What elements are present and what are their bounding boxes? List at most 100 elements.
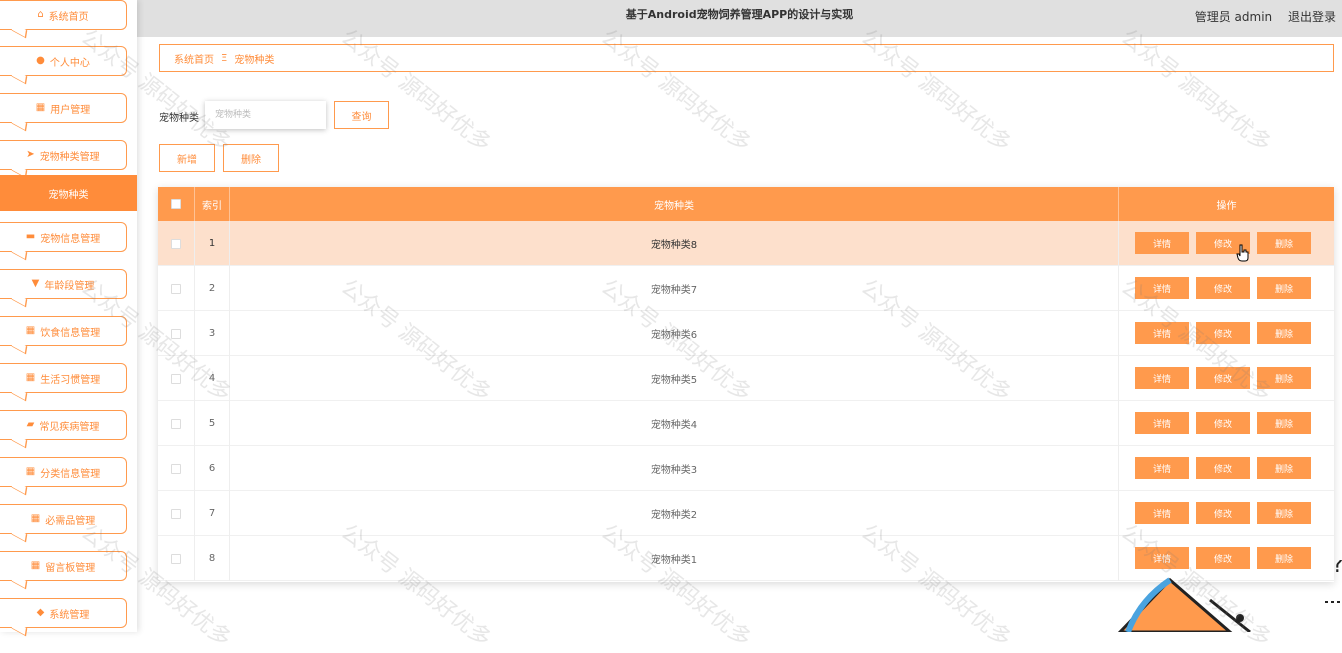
sidebar-item-home[interactable]: ⌂ 系统首页 bbox=[0, 0, 127, 30]
row-checkbox[interactable] bbox=[171, 238, 181, 249]
edit-button[interactable]: 修改 bbox=[1196, 412, 1250, 434]
row-pet-category: 宠物种类5 bbox=[230, 356, 1119, 401]
row-checkbox[interactable] bbox=[171, 373, 181, 384]
watermark: 公众号 源码好优多 bbox=[855, 24, 1016, 158]
breadcrumb: 系统首页 Ξ 宠物种类 bbox=[159, 44, 1334, 72]
row-select-cell bbox=[158, 311, 195, 356]
detail-button[interactable]: 详情 bbox=[1135, 232, 1189, 254]
send-icon: ➤ bbox=[26, 149, 35, 160]
sidebar-item-label: 常见疾病管理 bbox=[39, 421, 100, 433]
delete-button[interactable]: 删除 bbox=[1257, 457, 1311, 479]
row-checkbox[interactable] bbox=[171, 418, 181, 429]
edit-button[interactable]: 修改 bbox=[1196, 367, 1250, 389]
svg-text:?: ? bbox=[1332, 560, 1342, 578]
sidebar-item-label: 饮食信息管理 bbox=[40, 327, 101, 339]
delete-button[interactable]: 删除 bbox=[1257, 367, 1311, 389]
sidebar-item-users[interactable]: ▦ 用户管理 bbox=[0, 93, 127, 123]
logout-link[interactable]: 退出登录 bbox=[1288, 10, 1336, 24]
sidebar-item-essentials[interactable]: ▦ 必需品管理 bbox=[0, 504, 127, 534]
detail-button[interactable]: 详情 bbox=[1135, 277, 1189, 299]
sidebar-item-label: 系统管理 bbox=[49, 609, 90, 621]
edit-button[interactable]: 修改 bbox=[1196, 502, 1250, 524]
grid-icon: ▦ bbox=[25, 325, 36, 336]
sidebar-item-label: 系统首页 bbox=[48, 11, 89, 23]
table-header: 索引 宠物种类 操作 bbox=[158, 187, 1334, 221]
watermark: 公众号 源码好优多 bbox=[1115, 24, 1276, 158]
edit-button[interactable]: 修改 bbox=[1196, 322, 1250, 344]
sidebar-item-pet-info[interactable]: ▬ 宠物信息管理 bbox=[0, 222, 127, 252]
search-input[interactable] bbox=[205, 101, 326, 129]
home-icon: ⌂ bbox=[37, 9, 44, 20]
row-index: 7 bbox=[195, 491, 230, 536]
row-index: 1 bbox=[195, 221, 230, 266]
briefcase-icon: ▰ bbox=[26, 419, 35, 430]
monitor-icon: ▬ bbox=[25, 231, 36, 242]
cup-icon: ▼ bbox=[31, 278, 40, 289]
header-index: 索引 bbox=[195, 187, 230, 221]
sidebar-item-profile[interactable]: ● 个人中心 bbox=[0, 46, 127, 76]
sidebar-subitem-pet-category[interactable]: 宠物种类 bbox=[0, 175, 137, 211]
grid-icon: ▦ bbox=[25, 372, 36, 383]
table-row: 1 宠物种类8 详情 修改 删除 bbox=[158, 221, 1334, 266]
header-pet-category: 宠物种类 bbox=[230, 187, 1119, 221]
delete-button[interactable]: 删除 bbox=[1257, 277, 1311, 299]
batch-delete-button[interactable]: 删除 bbox=[223, 144, 279, 172]
detail-button[interactable]: 详情 bbox=[1135, 502, 1189, 524]
search-button[interactable]: 查询 bbox=[334, 101, 389, 129]
table-row: 5 宠物种类4 详情 修改 删除 bbox=[158, 401, 1334, 446]
sidebar-item-diseases[interactable]: ▰ 常见疾病管理 bbox=[0, 410, 127, 440]
sidebar-item-label: 年龄段管理 bbox=[44, 280, 95, 292]
row-pet-category: 宠物种类6 bbox=[230, 311, 1119, 356]
sidebar-item-system[interactable]: ◆ 系统管理 bbox=[0, 598, 127, 628]
select-all-checkbox[interactable] bbox=[171, 199, 181, 209]
row-checkbox[interactable] bbox=[171, 463, 181, 474]
breadcrumb-separator-icon: Ξ bbox=[221, 52, 228, 64]
sidebar-item-message-board[interactable]: ▦ 留言板管理 bbox=[0, 551, 127, 581]
top-bar: 基于Android宠物饲养管理APP的设计与实现 管理员 admin 退出登录 bbox=[137, 0, 1342, 37]
row-checkbox[interactable] bbox=[171, 553, 181, 564]
row-index: 5 bbox=[195, 401, 230, 446]
grid-icon: ▦ bbox=[25, 466, 36, 477]
table-row: 6 宠物种类3 详情 修改 删除 bbox=[158, 446, 1334, 491]
sidebar-item-label: 留言板管理 bbox=[45, 562, 96, 574]
sidebar-subitem-label: 宠物种类 bbox=[48, 189, 89, 201]
detail-button[interactable]: 详情 bbox=[1135, 322, 1189, 344]
add-button[interactable]: 新增 bbox=[159, 144, 215, 172]
edit-button[interactable]: 修改 bbox=[1196, 277, 1250, 299]
row-checkbox[interactable] bbox=[171, 508, 181, 519]
table-row: 4 宠物种类5 详情 修改 删除 bbox=[158, 356, 1334, 401]
sidebar-item-label: 生活习惯管理 bbox=[40, 374, 101, 386]
grid-icon: ▦ bbox=[30, 560, 41, 571]
table-row: 7 宠物种类2 详情 修改 删除 bbox=[158, 491, 1334, 536]
table-row: 3 宠物种类6 详情 修改 删除 bbox=[158, 311, 1334, 356]
detail-button[interactable]: 详情 bbox=[1135, 367, 1189, 389]
row-pet-category: 宠物种类1 bbox=[230, 536, 1119, 581]
sidebar-item-pet-category[interactable]: ➤ 宠物种类管理 bbox=[0, 140, 127, 170]
row-select-cell bbox=[158, 446, 195, 491]
sidebar-item-habits[interactable]: ▦ 生活习惯管理 bbox=[0, 363, 127, 393]
pin-icon: ◆ bbox=[36, 607, 45, 618]
sidebar-item-label: 用户管理 bbox=[50, 104, 91, 116]
sidebar-item-category-info[interactable]: ▦ 分类信息管理 bbox=[0, 457, 127, 487]
row-checkbox[interactable] bbox=[171, 283, 181, 294]
delete-button[interactable]: 删除 bbox=[1257, 412, 1311, 434]
watermark: 公众号 源码好优多 bbox=[335, 24, 496, 158]
sidebar-item-diet[interactable]: ▦ 饮食信息管理 bbox=[0, 316, 127, 346]
detail-button[interactable]: 详情 bbox=[1135, 412, 1189, 434]
row-checkbox[interactable] bbox=[171, 328, 181, 339]
delete-button[interactable]: 删除 bbox=[1257, 322, 1311, 344]
row-pet-category: 宠物种类7 bbox=[230, 266, 1119, 311]
delete-button[interactable]: 删除 bbox=[1257, 502, 1311, 524]
row-pet-category: 宠物种类2 bbox=[230, 491, 1119, 536]
delete-button[interactable]: 删除 bbox=[1257, 232, 1311, 254]
breadcrumb-home[interactable]: 系统首页 bbox=[174, 51, 214, 66]
row-pet-category: 宠物种类8 bbox=[230, 221, 1119, 266]
sidebar-item-age-group[interactable]: ▼ 年龄段管理 bbox=[0, 269, 127, 299]
edit-button[interactable]: 修改 bbox=[1196, 457, 1250, 479]
row-index: 2 bbox=[195, 266, 230, 311]
row-select-cell bbox=[158, 356, 195, 401]
app-title: 基于Android宠物饲养管理APP的设计与实现 bbox=[625, 8, 854, 21]
detail-button[interactable]: 详情 bbox=[1135, 457, 1189, 479]
breadcrumb-current: 宠物种类 bbox=[234, 54, 275, 66]
user-area: 管理员 admin 退出登录 bbox=[1183, 8, 1336, 25]
